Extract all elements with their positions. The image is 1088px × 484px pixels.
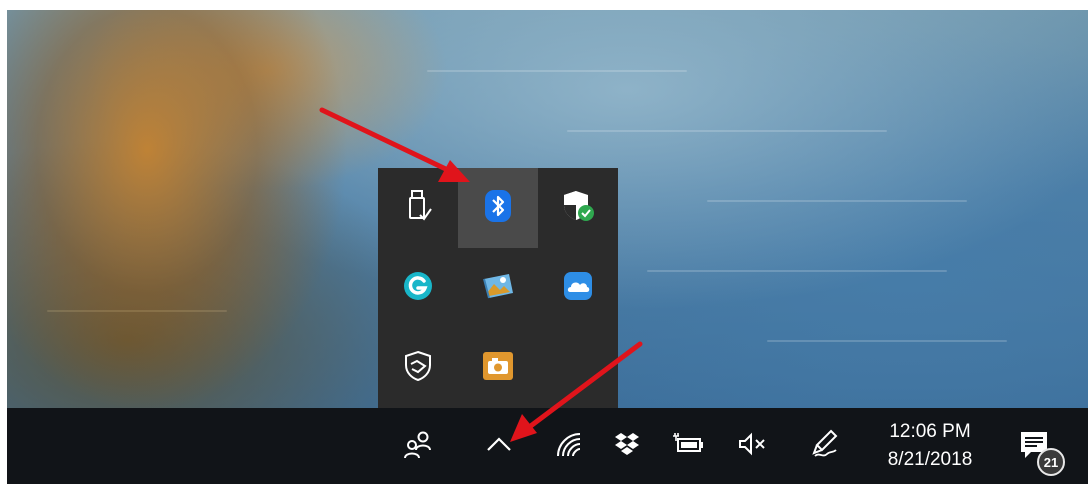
tray-item-bluetooth[interactable] [458,168,538,248]
clock-date: 8/21/2018 [887,449,973,470]
chevron-up-icon [485,434,513,459]
clock-button[interactable]: 12:06 PM 8/21/2018 [875,408,985,484]
tray-item-photos[interactable] [458,248,538,328]
tray-item-onedrive[interactable] [538,248,618,328]
usb-safely-remove-icon [402,189,434,228]
wifi-icon [554,430,582,463]
pen-workspace-button[interactable] [803,408,847,484]
taskbar: 12:06 PM 8/21/2018 21 [7,408,1088,484]
dropbox-button[interactable] [605,408,649,484]
onedrive-icon [563,271,593,306]
notification-count-badge: 21 [1037,448,1065,476]
people-button[interactable] [396,408,440,484]
tray-item-screenshot[interactable] [458,328,538,408]
grammarly-icon [403,271,433,306]
tray-item-defender[interactable] [378,328,458,408]
tray-item-usb[interactable] [378,168,458,248]
battery-button[interactable] [666,408,710,484]
clock-time: 12:06 PM [889,421,971,442]
volume-button[interactable] [730,408,774,484]
bluetooth-icon [485,189,511,227]
tray-item-windows-security[interactable] [538,168,618,248]
pen-workspace-icon [811,428,839,465]
windows-security-icon [561,189,595,228]
screenshot-camera-icon [482,351,514,386]
tray-item-grammarly[interactable] [378,248,458,328]
show-hidden-icons-button[interactable] [477,408,521,484]
action-center-button[interactable]: 21 [1013,408,1073,484]
battery-icon [672,432,704,461]
people-icon [402,429,434,464]
dropbox-icon [613,431,641,462]
network-button[interactable] [546,408,590,484]
tray-overflow-flyout [378,168,618,408]
volume-muted-icon [737,432,767,461]
photos-app-icon [481,271,515,306]
defender-shield-icon [403,350,433,387]
